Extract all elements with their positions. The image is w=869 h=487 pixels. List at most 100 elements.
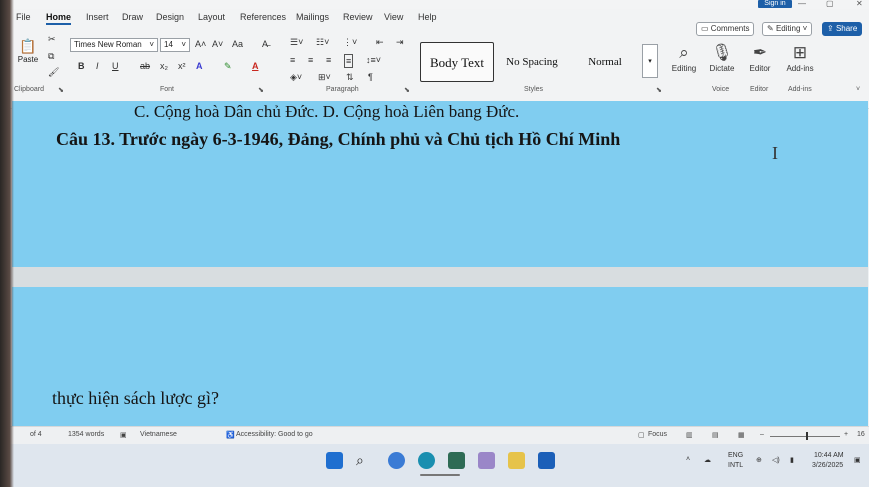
align-left-icon[interactable]: ≡ <box>290 54 295 66</box>
network-icon[interactable]: ⊕ <box>756 456 762 464</box>
copilot-icon[interactable] <box>388 452 405 469</box>
zoom-out-icon[interactable]: – <box>760 431 764 438</box>
search-icon[interactable]: ⌕ <box>356 452 373 469</box>
focus-button[interactable]: Focus <box>648 431 667 438</box>
editor-button[interactable]: ✒ Editor <box>740 42 780 73</box>
collapse-ribbon-icon[interactable]: ˅ <box>856 86 860 93</box>
file-explorer-icon[interactable] <box>508 452 525 469</box>
comment-icon: ▭ <box>701 24 711 33</box>
add-ins-button[interactable]: ⊞ Add-ins <box>780 42 820 73</box>
editing-mode-button[interactable]: ✎ Editing ˅ <box>762 22 813 36</box>
accessibility-status[interactable]: Accessibility: Good to go <box>236 431 313 438</box>
numbering-icon[interactable]: ☷˅ <box>316 36 329 48</box>
format-painter-icon[interactable]: 🖌 <box>48 66 59 78</box>
dictate-button[interactable]: 🎙 Dictate <box>702 42 742 73</box>
copy-icon[interactable]: ⧉ <box>48 50 54 62</box>
tab-file[interactable]: File <box>16 12 31 22</box>
clock-date[interactable]: 3/26/2025 <box>812 462 843 469</box>
store-icon[interactable] <box>448 452 465 469</box>
subscript-button[interactable]: x₂ <box>160 60 168 72</box>
comments-button[interactable]: ▭ Comments <box>696 22 755 36</box>
highlight-icon[interactable]: ✎ <box>224 60 232 72</box>
dialog-launcher-icon[interactable]: ⬊ <box>258 86 264 94</box>
tab-home[interactable]: Home <box>46 12 72 25</box>
tab-insert[interactable]: Insert <box>86 12 109 22</box>
tab-mailings[interactable]: Mailings <box>296 12 329 22</box>
tab-references[interactable]: References <box>240 12 286 22</box>
style-body-text[interactable]: Body Text <box>420 42 494 82</box>
multilevel-list-icon[interactable]: ⋮˅ <box>343 36 357 48</box>
zoom-level[interactable]: 16 <box>857 431 865 438</box>
language-indicator-top[interactable]: ENG <box>728 452 743 459</box>
restore-icon[interactable]: ▢ <box>826 0 834 8</box>
minimize-icon[interactable]: — <box>798 0 806 8</box>
language-indicator-bottom[interactable]: INTL <box>728 462 743 469</box>
cut-icon[interactable]: ✂ <box>48 33 56 45</box>
tab-layout[interactable]: Layout <box>198 12 225 22</box>
zoom-slider-thumb[interactable] <box>806 432 808 440</box>
strikethrough-button[interactable]: ab <box>140 60 150 72</box>
close-icon[interactable]: ✕ <box>856 0 863 8</box>
grow-font-icon[interactable]: A˄ <box>195 38 206 50</box>
underline-button[interactable]: U <box>112 60 119 72</box>
dialog-launcher-icon[interactable]: ⬊ <box>58 86 64 94</box>
document-canvas[interactable]: C. Cộng hoà Dân chủ Đức. D. Cộng hoà Liê… <box>12 101 868 426</box>
chevron-up-icon[interactable]: ˄ <box>686 456 690 463</box>
read-mode-icon[interactable]: ▥ <box>686 431 693 439</box>
style-normal[interactable]: Normal <box>572 42 638 82</box>
italic-button[interactable]: I <box>96 60 99 72</box>
print-layout-icon[interactable]: ▤ <box>712 431 719 439</box>
language-status[interactable]: Vietnamese <box>140 431 177 438</box>
start-icon[interactable] <box>326 452 343 469</box>
clock-time[interactable]: 10:44 AM <box>814 452 844 459</box>
word-icon[interactable] <box>538 452 555 469</box>
web-layout-icon[interactable]: ▦ <box>738 431 745 439</box>
increase-indent-icon[interactable]: ⇥ <box>396 36 404 48</box>
dialog-launcher-icon[interactable]: ⬊ <box>404 86 410 94</box>
tab-review[interactable]: Review <box>343 12 373 22</box>
font-size-select[interactable]: 14 ˅ <box>160 38 190 52</box>
word-count[interactable]: 1354 words <box>68 431 104 438</box>
zoom-slider[interactable] <box>770 436 840 437</box>
align-center-icon[interactable]: ≡ <box>308 54 313 66</box>
tab-help[interactable]: Help <box>418 12 437 22</box>
volume-icon[interactable]: ◁) <box>772 456 780 464</box>
tab-draw[interactable]: Draw <box>122 12 143 22</box>
bullets-icon[interactable]: ☰˅ <box>290 36 303 48</box>
battery-icon[interactable]: ▮ <box>790 456 794 464</box>
show-formatting-icon[interactable]: ¶ <box>368 71 373 83</box>
bold-button[interactable]: B <box>78 60 85 72</box>
sort-icon[interactable]: ⇅ <box>346 71 354 83</box>
app-icon[interactable] <box>478 452 495 469</box>
align-right-icon[interactable]: ≡ <box>326 54 331 66</box>
shading-icon[interactable]: ◈˅ <box>290 71 302 83</box>
change-case-icon[interactable]: Aa <box>232 38 243 50</box>
decrease-indent-icon[interactable]: ⇤ <box>376 36 384 48</box>
font-color-icon[interactable]: A <box>252 60 259 72</box>
sign-in-button[interactable]: Sign in <box>758 0 792 8</box>
style-no-spacing[interactable]: No Spacing <box>500 42 564 82</box>
tab-design[interactable]: Design <box>156 12 184 22</box>
styles-more-icon[interactable]: ▾ <box>642 44 658 78</box>
proofing-icon[interactable]: ▣ <box>120 431 127 439</box>
superscript-button[interactable]: x² <box>178 60 186 72</box>
paste-button[interactable]: 📋 Paste <box>16 38 40 64</box>
share-button[interactable]: ⇪ Share <box>822 22 863 36</box>
notifications-icon[interactable]: ▣ <box>854 456 861 464</box>
edge-icon[interactable] <box>418 452 435 469</box>
paragraph-group-label: Paragraph <box>326 86 359 93</box>
shrink-font-icon[interactable]: A˅ <box>212 38 223 50</box>
line-spacing-icon[interactable]: ↕≡˅ <box>366 54 381 66</box>
editing-button[interactable]: ⌕ Editing <box>664 42 704 73</box>
tab-view[interactable]: View <box>384 12 403 22</box>
dialog-launcher-icon[interactable]: ⬊ <box>656 86 662 94</box>
zoom-in-icon[interactable]: + <box>844 431 848 438</box>
cloud-icon[interactable]: ☁ <box>704 456 711 464</box>
page-count[interactable]: of 4 <box>30 431 42 438</box>
clear-formatting-icon[interactable]: A̶ <box>262 38 268 50</box>
justify-icon[interactable]: ≡ <box>344 54 354 68</box>
text-effects-icon[interactable]: A <box>196 60 203 72</box>
chevron-down-icon: ˅ <box>181 40 186 49</box>
borders-icon[interactable]: ⊞˅ <box>318 71 331 83</box>
font-name-select[interactable]: Times New Roman ˅ <box>70 38 158 52</box>
